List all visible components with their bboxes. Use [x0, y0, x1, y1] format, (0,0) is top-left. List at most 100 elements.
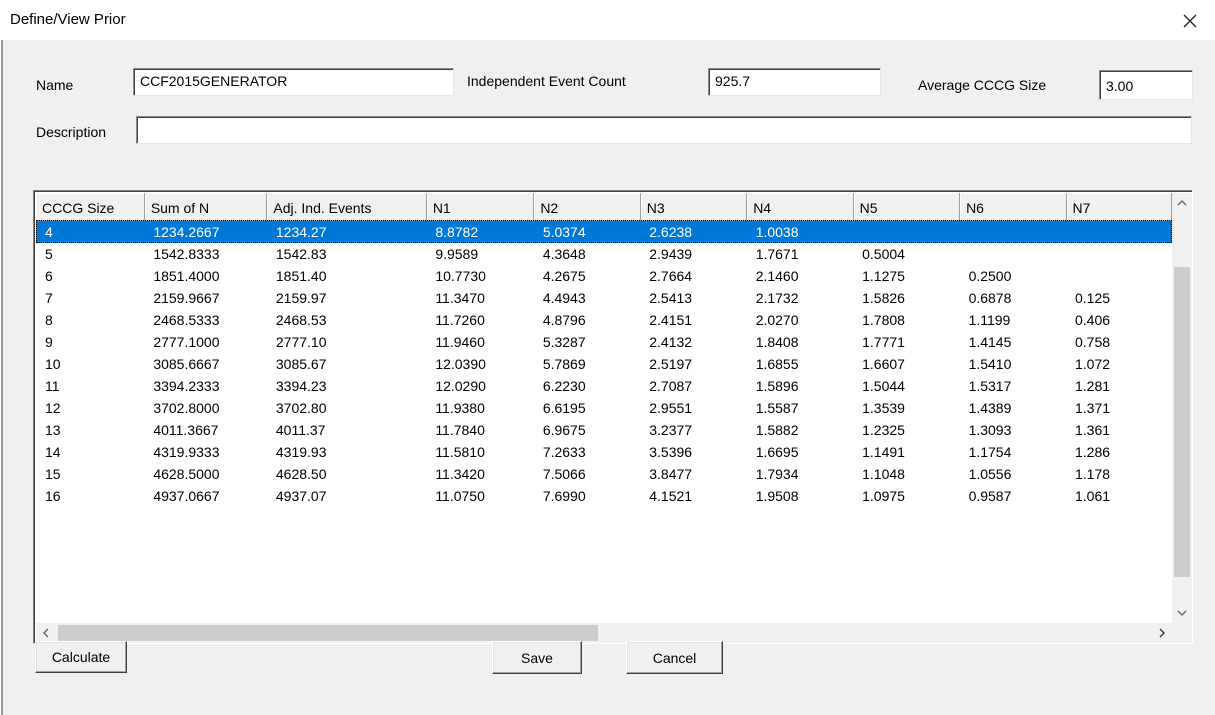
chevron-left-icon — [43, 628, 49, 638]
column-header[interactable]: N7 — [1066, 193, 1172, 221]
table-row[interactable]: 14 4319.9333 4319.93 11.5810 7.2633 3.5396 1.6… — [36, 441, 1172, 463]
table-row[interactable]: 10 3085.6667 3085.67 12.0390 5.7869 2.5197 1.6… — [36, 353, 1172, 375]
save-button[interactable]: Save — [492, 641, 582, 674]
description-label: Description — [36, 124, 107, 140]
description-field[interactable] — [136, 116, 1192, 144]
table-cell: 4937.0667 — [153, 487, 220, 504]
table-cell: 1.4145 — [968, 333, 1012, 350]
table-cell: 1.5826 — [862, 289, 905, 306]
table-cell: 7.6990 — [542, 487, 586, 504]
table-row[interactable]: 13 4011.3667 4011.37 11.7840 6.9675 3.2377 1.5… — [36, 419, 1172, 441]
table-row[interactable]: 9 2777.1000 2777.10 11.9460 5.3287 2.4132 1.84… — [36, 331, 1172, 353]
table-cell: 1.9508 — [755, 487, 799, 504]
table-row[interactable]: 6 1851.4000 1851.40 10.7730 4.2675 2.7664 2.14… — [36, 265, 1172, 287]
table-cell: 1.178 — [1075, 465, 1111, 482]
table-cell: 1.8408 — [755, 333, 799, 350]
table-cell: 1234.27 — [266, 220, 427, 243]
calculate-button[interactable]: Calculate — [35, 641, 127, 673]
name-field[interactable]: CCF2015GENERATOR — [133, 68, 454, 96]
table-row[interactable]: 8 2468.5333 2468.53 11.7260 4.8796 2.4151 2.02… — [36, 309, 1172, 331]
independent-event-count-label: Independent Event Count — [467, 73, 626, 89]
table-cell: 1.5587 — [755, 399, 799, 416]
table-cell: 1.7771 — [862, 333, 905, 350]
table-cell: 1.7808 — [862, 311, 905, 328]
table-cell: 1851.40 — [275, 267, 327, 284]
scroll-left-button[interactable] — [36, 623, 56, 643]
cancel-button[interactable]: Cancel — [626, 641, 723, 674]
table-cell: 6.2230 — [542, 377, 586, 394]
table-cell: 1.361 — [1075, 421, 1111, 438]
table-cell: 1.3539 — [862, 399, 905, 416]
scroll-right-button[interactable] — [1152, 623, 1172, 643]
table-cell — [1066, 265, 1172, 287]
horizontal-scroll-thumb[interactable] — [58, 625, 598, 641]
column-header[interactable]: N1 — [426, 193, 535, 221]
table-cell: 11.7840 — [435, 421, 485, 438]
scroll-down-button[interactable] — [1172, 603, 1192, 623]
table-cell — [959, 220, 1066, 243]
table-row[interactable]: 4 1234.2667 1234.27 8.8782 5.0374 2.6238 1.003… — [36, 220, 1172, 243]
title-bar: Define/View Prior — [0, 0, 1215, 40]
table-cell: 0.6878 — [968, 289, 1012, 306]
name-label: Name — [36, 77, 74, 93]
table-cell: 4.3648 — [542, 245, 586, 262]
table-cell: 0.5004 — [862, 245, 905, 262]
average-cccg-size-field[interactable]: 3.00 — [1099, 70, 1193, 100]
table-cell: 2.4151 — [649, 311, 693, 328]
table-cell: 9 — [45, 333, 53, 350]
table-cell: 1.2325 — [862, 421, 905, 438]
table-cell: 11.3420 — [435, 465, 485, 482]
table-cell: 6.9675 — [542, 421, 586, 438]
table-cell: 2.5197 — [649, 355, 693, 372]
grid-table: CCCG Size Sum of N Adj. Ind. Events N1 N2 N3 N… — [36, 193, 1172, 507]
table-row[interactable]: 16 4937.0667 4937.07 11.0750 7.6990 4.1521 1.9… — [36, 485, 1172, 507]
table-row[interactable]: 7 2159.9667 2159.97 11.3470 4.4943 2.5413 2.17… — [36, 287, 1172, 309]
table-cell: 3.5396 — [649, 443, 693, 460]
table-cell: 1.371 — [1075, 399, 1111, 416]
table-row[interactable]: 15 4628.5000 4628.50 11.3420 7.5066 3.8477 1.7… — [36, 463, 1172, 485]
table-cell: 3085.6667 — [153, 355, 220, 372]
vertical-scrollbar[interactable] — [1172, 193, 1192, 623]
table-cell: 7.2633 — [542, 443, 586, 460]
table-row[interactable]: 11 3394.2333 3394.23 12.0290 6.2230 2.7087 1.5… — [36, 375, 1172, 397]
table-row[interactable]: 12 3702.8000 3702.80 11.9380 6.6195 2.9551 1.5… — [36, 397, 1172, 419]
table-cell: 11.3470 — [435, 289, 485, 306]
table-cell: 4.2675 — [542, 267, 586, 284]
independent-event-count-field[interactable]: 925.7 — [708, 68, 881, 96]
column-header[interactable]: N6 — [959, 193, 1067, 221]
chevron-down-icon — [1177, 610, 1187, 616]
column-header[interactable]: Adj. Ind. Events — [266, 193, 427, 221]
vertical-scroll-thumb[interactable] — [1174, 267, 1190, 577]
cccg-prior-grid[interactable]: CCCG Size Sum of N Adj. Ind. Events N1 N2 N3 N… — [33, 190, 1193, 644]
horizontal-scrollbar[interactable] — [36, 623, 1172, 643]
column-header[interactable]: Sum of N — [144, 193, 268, 221]
table-cell: 3085.67 — [275, 355, 327, 372]
scroll-up-button[interactable] — [1172, 193, 1192, 213]
table-cell: 0.9587 — [968, 487, 1012, 504]
grid-viewport: CCCG Size Sum of N Adj. Ind. Events N1 N2 N3 N… — [36, 193, 1172, 623]
table-cell: 6.6195 — [542, 399, 586, 416]
chevron-up-icon — [1177, 200, 1187, 206]
column-header[interactable]: N3 — [640, 193, 748, 221]
table-cell: 11.9380 — [435, 399, 485, 416]
table-cell: 2.6238 — [640, 220, 747, 243]
table-cell: 13 — [45, 421, 61, 438]
average-cccg-size-label: Average CCCG Size — [918, 77, 1047, 93]
table-cell: 2468.53 — [275, 311, 327, 328]
table-cell: 1.072 — [1075, 355, 1111, 372]
column-header[interactable]: CCCG Size — [36, 193, 145, 221]
column-header[interactable]: N5 — [853, 193, 961, 221]
column-header[interactable]: N4 — [746, 193, 854, 221]
close-button[interactable] — [1170, 6, 1210, 36]
table-cell: 2.4132 — [649, 333, 693, 350]
table-cell: 5.3287 — [542, 333, 586, 350]
table-cell: 1.286 — [1075, 443, 1111, 460]
table-cell: 11.5810 — [435, 443, 485, 460]
column-header[interactable]: N2 — [533, 193, 641, 221]
table-cell: 1.0556 — [968, 465, 1012, 482]
table-cell: 4 — [36, 220, 145, 243]
table-cell: 3394.2333 — [153, 377, 220, 394]
table-cell: 0.2500 — [968, 267, 1012, 284]
table-cell: 6 — [45, 267, 53, 284]
table-row[interactable]: 5 1542.8333 1542.83 9.9589 4.3648 2.9439 1.767… — [36, 243, 1172, 265]
